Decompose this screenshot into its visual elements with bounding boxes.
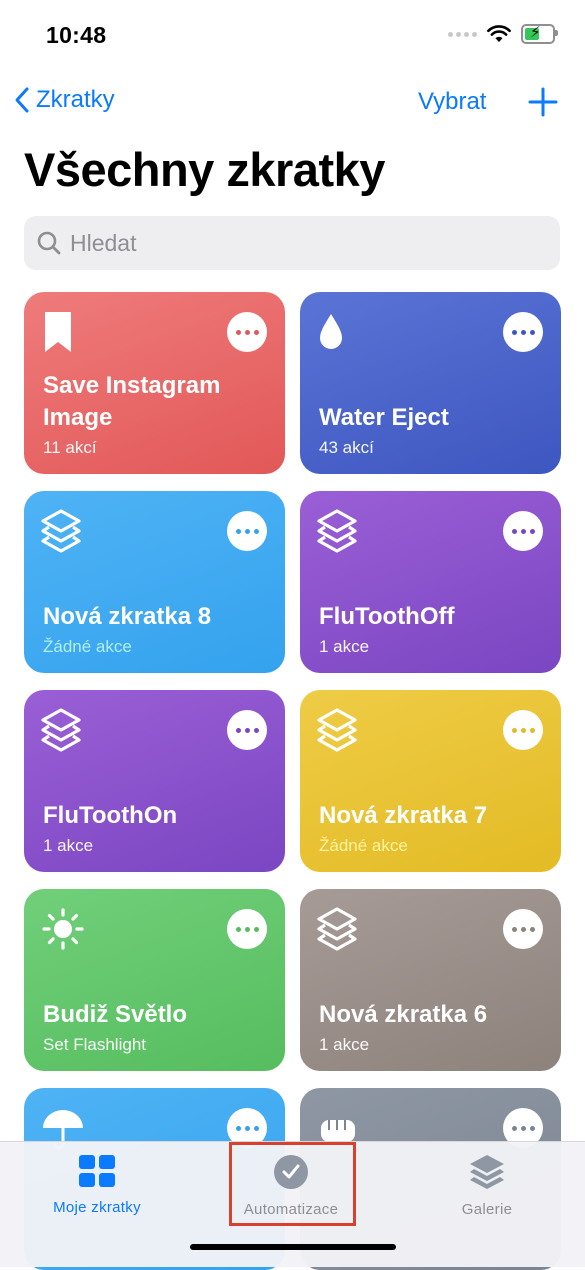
page-title: Všechny zkratky bbox=[24, 143, 385, 196]
shortcut-name: Water Eject bbox=[319, 404, 449, 431]
layers-icon bbox=[317, 907, 357, 951]
shortcut-tile[interactable]: Nová zkratka 7 Žádné akce bbox=[300, 690, 561, 872]
select-button[interactable]: Vybrat bbox=[418, 88, 486, 116]
more-options-button[interactable] bbox=[503, 511, 543, 551]
layers-icon bbox=[41, 509, 81, 553]
status-icons: ⚡ bbox=[448, 24, 558, 44]
shortcuts-grid: Save Instagram Image 11 akcí Water Eject… bbox=[24, 292, 561, 1270]
more-options-button[interactable] bbox=[227, 511, 267, 551]
chevron-left-icon bbox=[15, 87, 29, 113]
layers-icon bbox=[317, 708, 357, 752]
shortcut-subtitle: Set Flashlight bbox=[43, 1035, 146, 1054]
sun-icon bbox=[42, 908, 84, 950]
water-drop-icon bbox=[320, 314, 342, 349]
shortcut-tile[interactable]: Water Eject 43 akcí bbox=[300, 292, 561, 474]
highlight-box bbox=[229, 1142, 356, 1226]
nav-bar: Zkratky Vybrat bbox=[0, 84, 585, 126]
home-indicator bbox=[190, 1244, 396, 1250]
tab-label: Galerie bbox=[461, 1201, 513, 1218]
search-icon bbox=[37, 231, 61, 255]
wifi-icon bbox=[487, 25, 511, 42]
shortcut-subtitle: 1 akce bbox=[43, 836, 94, 855]
shortcut-tile[interactable]: Nová zkratka 6 1 akce bbox=[300, 889, 561, 1071]
bookmark-icon bbox=[45, 312, 71, 352]
tab-gallery[interactable]: Galerie bbox=[392, 1142, 582, 1218]
tab-label: Moje zkratky bbox=[53, 1199, 141, 1216]
back-label: Zkratky bbox=[36, 86, 115, 113]
stack-icon bbox=[470, 1155, 504, 1189]
more-options-button[interactable] bbox=[503, 312, 543, 352]
shortcut-name: FluToothOff bbox=[319, 603, 455, 630]
more-options-button[interactable] bbox=[503, 909, 543, 949]
shortcut-name: FluToothOn bbox=[43, 802, 178, 829]
shortcut-tile[interactable]: Budiž Světlo Set Flashlight bbox=[24, 889, 285, 1071]
grid-icon bbox=[79, 1155, 115, 1187]
shortcut-subtitle: Žádné akce bbox=[319, 836, 408, 855]
shortcut-name: Nová zkratka 8 bbox=[43, 603, 212, 630]
back-button[interactable]: Zkratky bbox=[14, 86, 115, 114]
shortcut-tile[interactable]: Nová zkratka 8 Žádné akce bbox=[24, 491, 285, 673]
search-input[interactable] bbox=[68, 228, 522, 258]
layers-icon bbox=[317, 509, 357, 553]
shortcut-tile[interactable]: Save Instagram Image 11 akcí bbox=[24, 292, 285, 474]
shortcut-name: Nová zkratka 7 bbox=[319, 802, 488, 829]
battery-icon: ⚡ bbox=[521, 24, 558, 44]
more-options-button[interactable] bbox=[503, 710, 543, 750]
shortcut-tile[interactable]: FluToothOff 1 akce bbox=[300, 491, 561, 673]
shortcut-subtitle: 1 akce bbox=[319, 637, 370, 656]
tab-my-shortcuts[interactable]: Moje zkratky bbox=[2, 1142, 192, 1216]
shortcut-subtitle: 11 akcí bbox=[43, 438, 97, 457]
shortcut-name: Save Instagram Image bbox=[43, 372, 221, 431]
shortcut-subtitle: Žádné akce bbox=[43, 637, 132, 656]
search-bar[interactable] bbox=[24, 216, 560, 270]
status-time: 10:48 bbox=[46, 22, 107, 48]
shortcut-subtitle: 1 akce bbox=[319, 1035, 370, 1054]
status-bar: 10:48 ⚡ bbox=[0, 0, 585, 74]
shortcut-subtitle: 43 akcí bbox=[319, 438, 374, 457]
add-icon[interactable] bbox=[527, 86, 559, 118]
shortcut-name: Budiž Světlo bbox=[43, 1001, 188, 1028]
shortcut-tile[interactable]: FluToothOn 1 akce bbox=[24, 690, 285, 872]
more-options-button[interactable] bbox=[227, 909, 267, 949]
shortcut-name: Nová zkratka 6 bbox=[319, 1001, 488, 1028]
cellular-signal-icon bbox=[448, 31, 477, 37]
more-options-button[interactable] bbox=[227, 710, 267, 750]
layers-icon bbox=[41, 708, 81, 752]
more-options-button[interactable] bbox=[227, 312, 267, 352]
